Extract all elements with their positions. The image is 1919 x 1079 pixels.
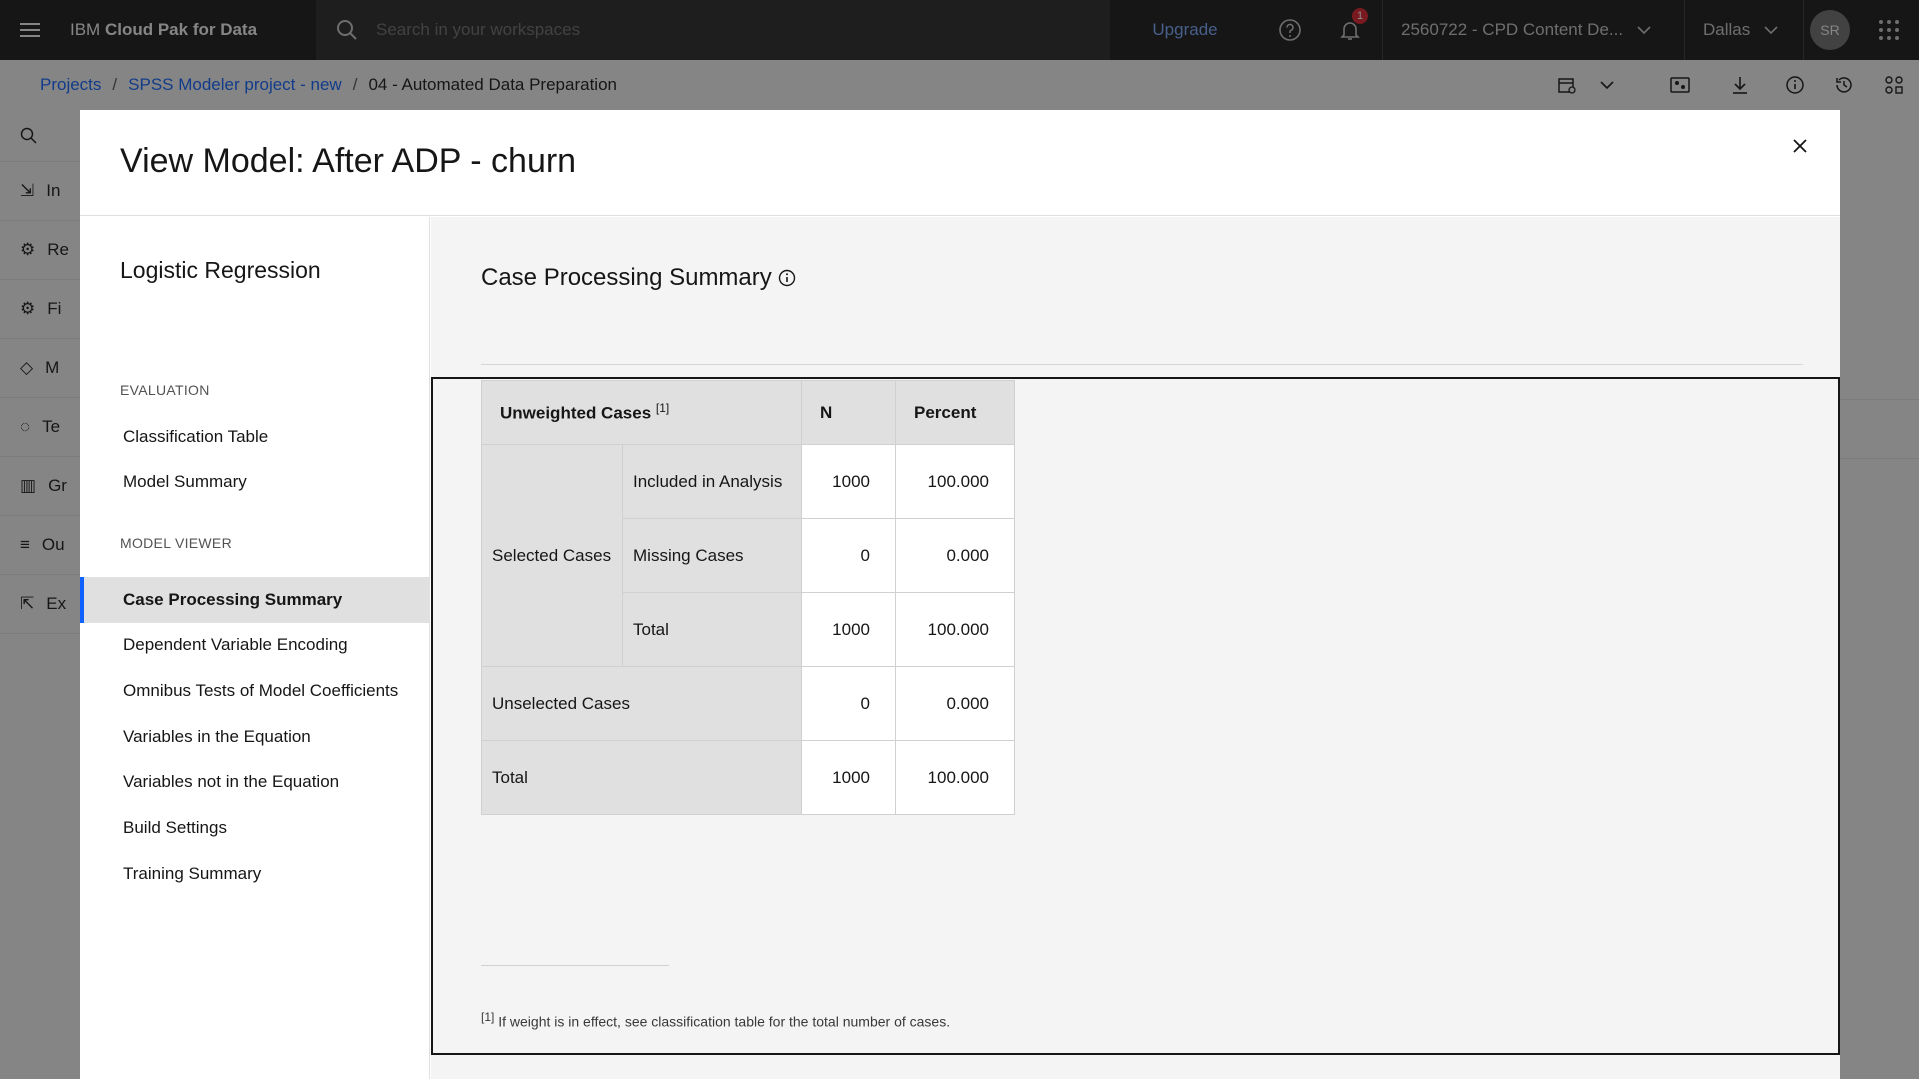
- footnote-ref[interactable]: [1]: [656, 401, 669, 415]
- nav-item-dependent-variable-encoding[interactable]: Dependent Variable Encoding: [80, 622, 430, 668]
- nav-item-model-summary[interactable]: Model Summary: [80, 459, 430, 505]
- nav-item-classification-table[interactable]: Classification Table: [80, 414, 430, 460]
- nav-item-training-summary[interactable]: Training Summary: [80, 851, 430, 897]
- content-title: Case Processing Summary: [481, 264, 796, 292]
- row-n: 0: [801, 518, 896, 593]
- row-percent: 0.000: [895, 666, 1015, 741]
- model-nav-panel: Logistic Regression EVALUATION Classific…: [80, 217, 430, 1079]
- table-header-row: Unweighted Cases [1] N Percent: [481, 380, 1015, 445]
- footnote-divider: [481, 965, 669, 966]
- view-model-modal: View Model: After ADP - churn Logistic R…: [80, 110, 1840, 1079]
- row-label: Total: [481, 740, 802, 815]
- header-percent: Percent: [895, 380, 1015, 445]
- footnote-text: If weight is in effect, see classificati…: [498, 1013, 951, 1030]
- model-content-area: Case Processing Summary Unweighted Cases…: [431, 217, 1840, 1079]
- divider: [481, 364, 1803, 365]
- nav-item-build-settings[interactable]: Build Settings: [80, 805, 430, 851]
- table-row: Unselected Cases 0 0.000: [481, 666, 1015, 741]
- info-icon: [778, 269, 795, 287]
- footnote: [1] If weight is in effect, see classifi…: [481, 1010, 950, 1030]
- row-label: Included in Analysis: [622, 444, 802, 519]
- nav-item-case-processing-summary[interactable]: Case Processing Summary: [80, 577, 430, 623]
- footnote-mark: [1]: [481, 1010, 495, 1024]
- selected-cases-label: Selected Cases: [481, 444, 623, 667]
- row-label: Missing Cases: [622, 518, 802, 593]
- row-n: 0: [801, 666, 896, 741]
- table-row: Total 1000 100.000: [481, 740, 1015, 815]
- header-n: N: [801, 380, 896, 445]
- nav-item-omnibus-tests[interactable]: Omnibus Tests of Model Coefficients: [80, 668, 430, 714]
- nav-item-variables-not-in-equation[interactable]: Variables not in the Equation: [80, 759, 430, 805]
- table-row: Selected Cases Included in Analysis 1000…: [481, 444, 1015, 667]
- row-label: Unselected Cases: [481, 666, 802, 741]
- info-tooltip-button[interactable]: [778, 269, 796, 287]
- row-percent: 0.000: [895, 518, 1015, 593]
- row-percent: 100.000: [895, 444, 1015, 519]
- row-n: 1000: [801, 740, 896, 815]
- case-processing-table: Unweighted Cases [1] N Percent Selected …: [481, 380, 1015, 815]
- close-icon: [1793, 139, 1807, 153]
- header-unweighted-cases: Unweighted Cases [1]: [481, 380, 802, 445]
- section-label-model-viewer: MODEL VIEWER: [120, 535, 232, 551]
- header-unweighted-cases-label: Unweighted Cases: [500, 403, 652, 423]
- close-button[interactable]: [1780, 126, 1820, 166]
- nav-item-variables-in-equation[interactable]: Variables in the Equation: [80, 714, 430, 760]
- row-n: 1000: [801, 444, 896, 519]
- model-type-title: Logistic Regression: [120, 257, 321, 283]
- row-percent: 100.000: [895, 740, 1015, 815]
- row-n: 1000: [801, 592, 896, 667]
- row-label: Total: [622, 592, 802, 667]
- content-title-text: Case Processing Summary: [481, 264, 772, 291]
- modal-header: View Model: After ADP - churn: [80, 110, 1840, 216]
- section-label-evaluation: EVALUATION: [120, 382, 210, 398]
- modal-title: View Model: After ADP - churn: [120, 142, 577, 180]
- row-percent: 100.000: [895, 592, 1015, 667]
